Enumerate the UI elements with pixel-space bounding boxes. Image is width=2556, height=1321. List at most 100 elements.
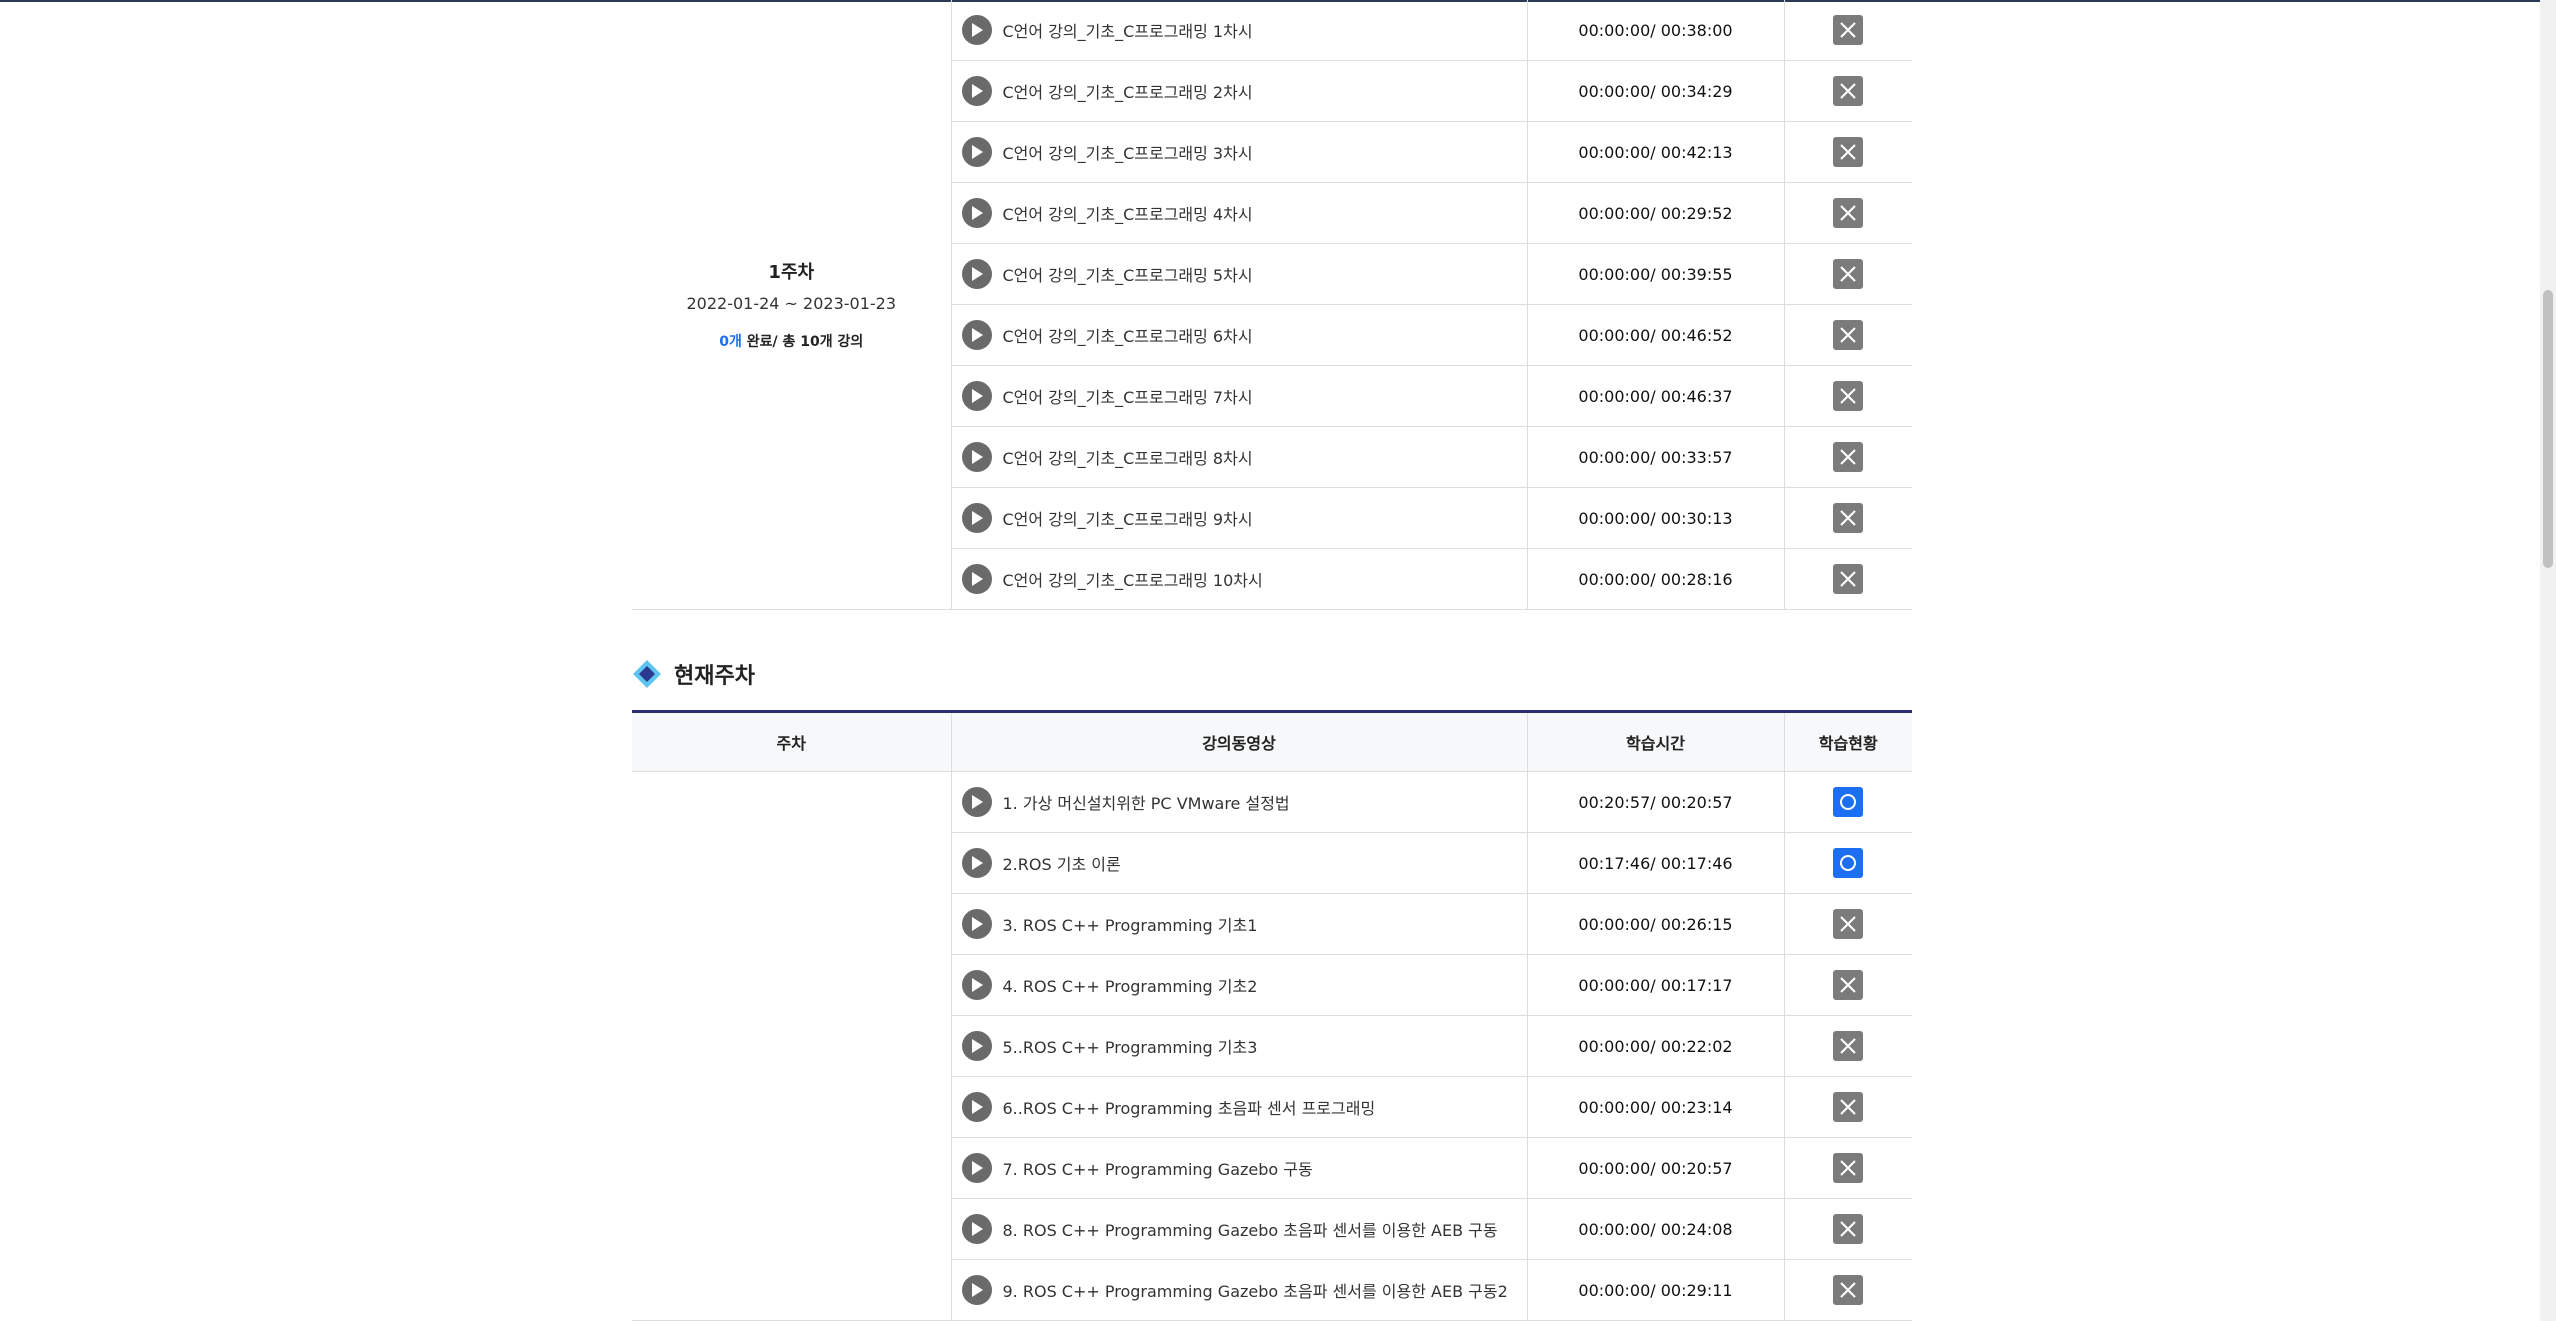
current-week-section-header: 현재주차 (632, 654, 755, 694)
study-time: 00:00:00/ 00:39:55 (1526, 243, 1784, 305)
lecture-title[interactable]: 3. ROS C++ Programming 기초1 (1003, 912, 1258, 936)
play-icon[interactable] (961, 909, 992, 939)
section-title: 현재주차 (674, 664, 755, 689)
incomplete-status-icon (1833, 76, 1864, 106)
play-icon[interactable] (961, 259, 992, 289)
scrollbar-thumb[interactable] (2543, 290, 2553, 568)
play-icon[interactable] (961, 1214, 992, 1244)
incomplete-status-icon (1833, 1214, 1864, 1244)
play-icon[interactable] (961, 320, 992, 350)
video-cell[interactable]: 6..ROS C++ Programming 초음파 센서 프로그래밍 (950, 1076, 1527, 1138)
incomplete-status-icon (1833, 564, 1864, 594)
play-icon[interactable] (961, 970, 992, 1000)
video-cell[interactable]: 2.ROS 기초 이론 (950, 832, 1527, 894)
study-status (1783, 1259, 1912, 1321)
week-title: 1주차 (768, 262, 815, 283)
study-time: 00:00:00/ 00:30:13 (1526, 487, 1784, 549)
study-status (1783, 1198, 1912, 1260)
incomplete-status-icon (1833, 1153, 1864, 1183)
lecture-title[interactable]: C언어 강의_기초_C프로그래밍 6차시 (1003, 323, 1253, 347)
week-summary-cell: 1주차 2022-01-24 ~ 2023-01-23 0개 완료/ 총 10개 강… (632, 0, 951, 610)
lecture-title[interactable]: C언어 강의_기초_C프로그래밍 3차시 (1003, 140, 1253, 164)
incomplete-status-icon (1833, 503, 1864, 533)
video-cell[interactable]: C언어 강의_기초_C프로그래밍 2차시 (950, 60, 1527, 122)
lecture-title[interactable]: C언어 강의_기초_C프로그래밍 2차시 (1003, 79, 1253, 103)
study-status (1783, 1015, 1912, 1077)
incomplete-status-icon (1833, 320, 1864, 350)
lecture-title[interactable]: 2.ROS 기초 이론 (1003, 851, 1121, 875)
play-icon[interactable] (961, 564, 992, 594)
video-cell[interactable]: 9. ROS C++ Programming Gazebo 초음파 센서를 이용… (950, 1259, 1527, 1321)
lecture-title[interactable]: C언어 강의_기초_C프로그래밍 10차시 (1003, 567, 1263, 591)
table-header-row: 주차 강의동영상 학습시간 학습현황 (632, 711, 1912, 772)
play-icon[interactable] (961, 442, 992, 472)
study-status (1783, 1076, 1912, 1138)
study-time: 00:00:00/ 00:29:11 (1526, 1259, 1784, 1321)
play-icon[interactable] (961, 381, 992, 411)
current-week-lecture-table: 주차 강의동영상 학습시간 학습현황 1. 가상 머신설치위한 PC VMwar… (632, 710, 1912, 1321)
incomplete-status-icon (1833, 1031, 1864, 1061)
lecture-title[interactable]: C언어 강의_기초_C프로그래밍 1차시 (1003, 18, 1253, 42)
lecture-title[interactable]: C언어 강의_기초_C프로그래밍 9차시 (1003, 506, 1253, 530)
video-cell[interactable]: 7. ROS C++ Programming Gazebo 구동 (950, 1137, 1527, 1199)
study-time: 00:00:00/ 00:26:15 (1526, 893, 1784, 955)
lecture-title[interactable]: 7. ROS C++ Programming Gazebo 구동 (1003, 1156, 1313, 1180)
study-time: 00:00:00/ 00:29:52 (1526, 182, 1784, 244)
study-time: 00:00:00/ 00:46:37 (1526, 365, 1784, 427)
video-cell[interactable]: C언어 강의_기초_C프로그래밍 10차시 (950, 548, 1527, 610)
lecture-title[interactable]: C언어 강의_기초_C프로그래밍 7차시 (1003, 384, 1253, 408)
lecture-title[interactable]: 1. 가상 머신설치위한 PC VMware 설정법 (1003, 790, 1290, 814)
play-icon[interactable] (961, 848, 992, 878)
study-time: 00:00:00/ 00:34:29 (1526, 60, 1784, 122)
video-cell[interactable]: C언어 강의_기초_C프로그래밍 9차시 (950, 487, 1527, 549)
study-status (1783, 893, 1912, 955)
video-cell[interactable]: 5..ROS C++ Programming 기초3 (950, 1015, 1527, 1077)
header-video: 강의동영상 (950, 711, 1527, 772)
play-icon[interactable] (961, 1153, 992, 1183)
video-cell[interactable]: C언어 강의_기초_C프로그래밍 4차시 (950, 182, 1527, 244)
video-cell[interactable]: 4. ROS C++ Programming 기초2 (950, 954, 1527, 1016)
study-time: 00:00:00/ 00:22:02 (1526, 1015, 1784, 1077)
video-cell[interactable]: 3. ROS C++ Programming 기초1 (950, 893, 1527, 955)
header-week: 주차 (632, 711, 951, 772)
play-icon[interactable] (961, 1092, 992, 1122)
incomplete-status-icon (1833, 970, 1864, 1000)
video-cell[interactable]: C언어 강의_기초_C프로그래밍 3차시 (950, 121, 1527, 183)
play-icon[interactable] (961, 787, 992, 817)
lecture-title[interactable]: 5..ROS C++ Programming 기초3 (1003, 1034, 1258, 1058)
video-cell[interactable]: C언어 강의_기초_C프로그래밍 5차시 (950, 243, 1527, 305)
completed-status-icon (1833, 848, 1864, 878)
video-cell[interactable]: 1. 가상 머신설치위한 PC VMware 설정법 (950, 771, 1527, 833)
lecture-title[interactable]: C언어 강의_기초_C프로그래밍 8차시 (1003, 445, 1253, 469)
study-status (1783, 954, 1912, 1016)
vertical-scrollbar[interactable] (2540, 0, 2556, 1321)
study-time: 00:00:00/ 00:38:00 (1526, 0, 1784, 61)
study-status (1783, 0, 1912, 61)
play-icon[interactable] (961, 76, 992, 106)
lecture-title[interactable]: C언어 강의_기초_C프로그래밍 5차시 (1003, 262, 1253, 286)
study-time: 00:00:00/ 00:17:17 (1526, 954, 1784, 1016)
video-cell[interactable]: C언어 강의_기초_C프로그래밍 6차시 (950, 304, 1527, 366)
play-icon[interactable] (961, 503, 992, 533)
lecture-title[interactable]: 8. ROS C++ Programming Gazebo 초음파 센서를 이용… (1003, 1217, 1498, 1241)
play-icon[interactable] (961, 1031, 992, 1061)
video-cell[interactable]: C언어 강의_기초_C프로그래밍 8차시 (950, 426, 1527, 488)
incomplete-status-icon (1833, 15, 1864, 45)
study-status (1783, 182, 1912, 244)
video-cell[interactable]: C언어 강의_기초_C프로그래밍 1차시 (950, 0, 1527, 61)
video-cell[interactable]: C언어 강의_기초_C프로그래밍 7차시 (950, 365, 1527, 427)
week1-lecture-table: 1주차 2022-01-24 ~ 2023-01-23 0개 완료/ 총 10개 강… (632, 0, 1912, 610)
lecture-title[interactable]: 6..ROS C++ Programming 초음파 센서 프로그래밍 (1003, 1095, 1376, 1119)
play-icon[interactable] (961, 137, 992, 167)
play-icon[interactable] (961, 15, 992, 45)
video-cell[interactable]: 8. ROS C++ Programming Gazebo 초음파 센서를 이용… (950, 1198, 1527, 1260)
week-period: 2022-01-24 ~ 2023-01-23 (686, 294, 897, 313)
play-icon[interactable] (961, 198, 992, 228)
completed-status-icon (1833, 787, 1864, 817)
lecture-title[interactable]: C언어 강의_기초_C프로그래밍 4차시 (1003, 201, 1253, 225)
lecture-title[interactable]: 4. ROS C++ Programming 기초2 (1003, 973, 1258, 997)
play-icon[interactable] (961, 1275, 992, 1305)
incomplete-status-icon (1833, 198, 1864, 228)
lecture-title[interactable]: 9. ROS C++ Programming Gazebo 초음파 센서를 이용… (1003, 1278, 1508, 1302)
incomplete-status-icon (1833, 137, 1864, 167)
